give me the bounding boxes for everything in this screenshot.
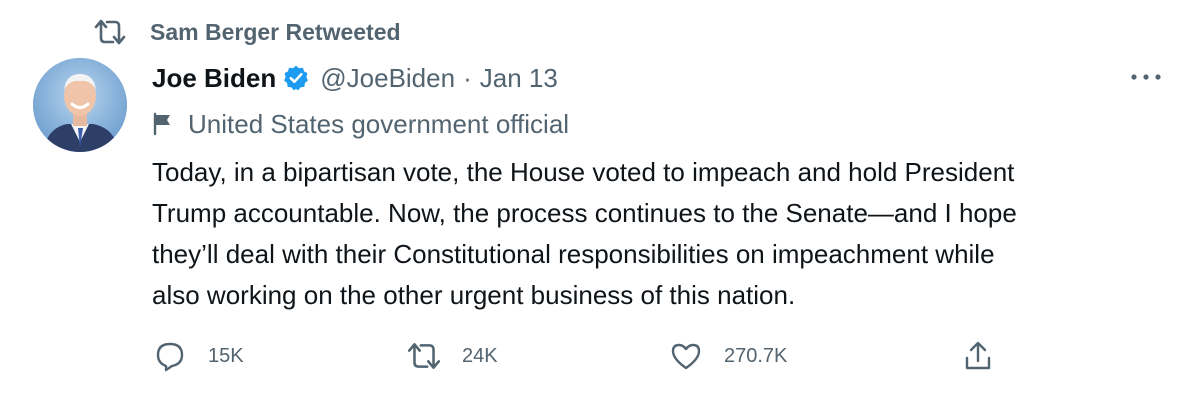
retweet-icon [92,16,128,48]
like-count: 270.7K [724,344,788,367]
tweet-header: Joe Biden @JoeBiden · Jan 13 [152,58,558,98]
more-icon[interactable] [1126,62,1166,92]
government-label[interactable]: United States government official [152,106,569,142]
separator: · [463,62,472,93]
tweet-text: Today, in a bipartisan vote, the House v… [152,152,1162,316]
action-bar: 15K 24K 270.7K [152,336,1012,376]
reply-button[interactable]: 15K [152,336,244,376]
retweet-context-text[interactable]: Sam Berger Retweeted [150,19,401,46]
like-button[interactable]: 270.7K [668,336,787,376]
tweet-text-line: they’ll deal with their Constitutional r… [152,239,995,269]
retweet-button[interactable]: 24K [406,336,498,376]
tweet-text-line: Today, in a bipartisan vote, the House v… [152,157,1015,187]
tweet-card[interactable]: Sam Berger Retweeted Joe Biden @JoeBiden… [0,0,1196,400]
author-handle[interactable]: @JoeBiden [320,63,455,94]
tweet-text-line: Trump accountable. Now, the process cont… [152,198,1017,228]
flag-icon [152,112,176,136]
reply-count: 15K [208,344,244,367]
retweet-count: 24K [462,344,498,367]
tweet-text-line: also working on the other urgent busines… [152,280,796,310]
author-name[interactable]: Joe Biden [152,63,276,94]
avatar[interactable] [33,58,127,152]
verified-badge-icon [282,63,312,93]
government-label-text: United States government official [188,108,570,139]
share-button[interactable] [960,336,996,376]
retweet-icon [406,338,442,374]
reply-icon [152,338,188,374]
tweet-date[interactable]: Jan 13 [480,63,558,94]
retweet-context: Sam Berger Retweeted [92,16,401,48]
heart-icon [668,338,704,374]
share-icon [960,338,996,374]
